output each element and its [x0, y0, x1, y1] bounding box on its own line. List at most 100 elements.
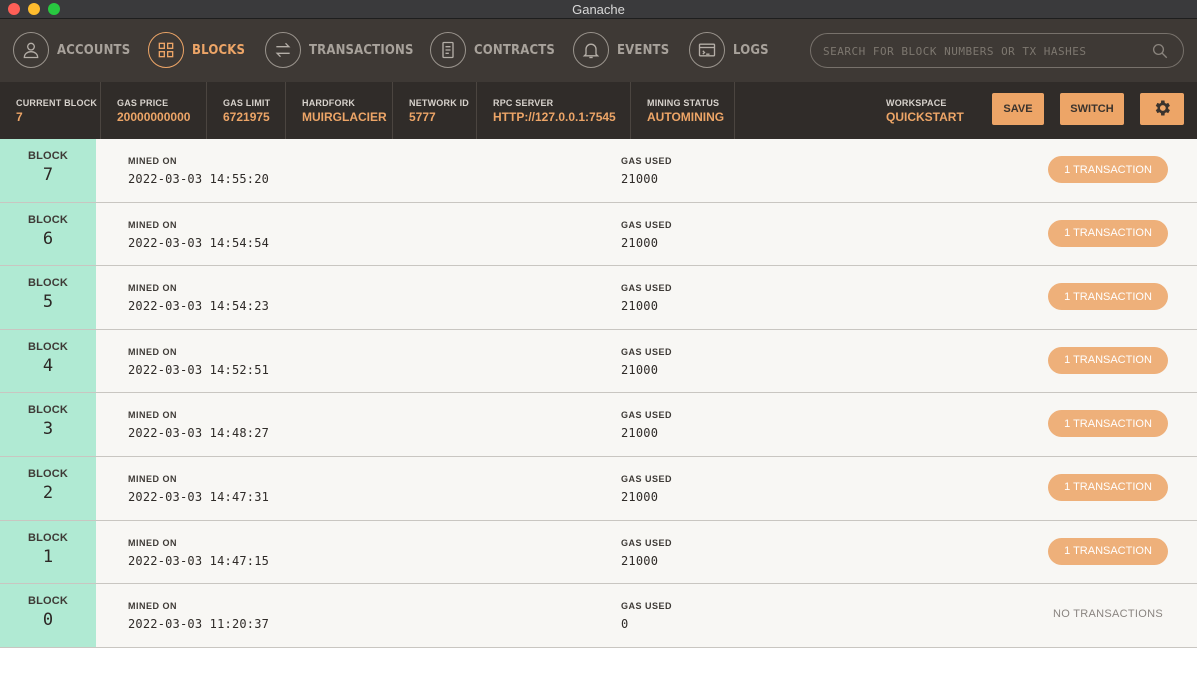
nav-accounts[interactable]: ACCOUNTS [13, 31, 138, 69]
gas-used-value: 21000 [621, 426, 659, 441]
network-id-value: 5777 [409, 110, 436, 124]
block-number: 4 [42, 355, 54, 376]
mined-on-label: MINED ON [128, 346, 177, 357]
mined-on-field: MINED ON 2022-03-03 14:48:27 [128, 410, 269, 440]
block-row[interactable]: BLOCK 5 MINED ON 2022-03-03 14:54:23 GAS… [0, 266, 1197, 330]
nav-transactions[interactable]: TRANSACTIONS [265, 31, 425, 69]
gas-used-value: 21000 [621, 299, 659, 314]
mined-on-label: MINED ON [128, 219, 177, 230]
current-block-label: CURRENT BLOCK [16, 98, 98, 108]
mined-on-value: 2022-03-03 14:48:27 [128, 426, 270, 441]
block-row[interactable]: BLOCK 0 MINED ON 2022-03-03 11:20:37 GAS… [0, 584, 1197, 648]
mined-on-label: MINED ON [128, 473, 177, 484]
transactions-count-button[interactable]: 1 TRANSACTION [1048, 473, 1168, 501]
gas-used-value: 21000 [621, 362, 659, 377]
hardfork-label: HARDFORK [302, 98, 356, 108]
current-block-stat: CURRENT BLOCK 7 [0, 82, 101, 139]
workspace-label: WORKSPACE [886, 98, 947, 108]
block-number: 3 [42, 419, 54, 440]
gas-used-field: GAS USED 21000 [621, 347, 672, 377]
block-number: 7 [42, 165, 54, 185]
gas-used-field: GAS USED 21000 [621, 283, 672, 313]
gear-icon [1152, 98, 1172, 121]
nav-events[interactable]: EVENTS [573, 31, 675, 69]
gas-price-label: GAS PRICE [117, 98, 169, 108]
gas-used-value: 21000 [621, 235, 659, 250]
nav-accounts-label: ACCOUNTS [57, 42, 131, 58]
nav-blocks-label: BLOCKS [192, 42, 246, 58]
search-input[interactable] [823, 42, 1143, 60]
nav-logs-label: LOGS [733, 42, 769, 58]
mined-on-field: MINED ON 2022-03-03 14:54:54 [128, 220, 269, 250]
mining-status-label: MINING STATUS [647, 98, 720, 108]
transactions-count-button[interactable]: 1 TRANSACTION [1048, 346, 1168, 374]
block-number-cell: BLOCK 2 [0, 456, 96, 520]
user-icon [13, 32, 49, 68]
gas-used-field: GAS USED 21000 [621, 538, 672, 568]
gas-used-label: GAS USED [621, 537, 673, 548]
transactions-count-button[interactable]: 1 TRANSACTION [1048, 283, 1168, 311]
switch-button[interactable]: SWITCH [1060, 93, 1124, 125]
save-button[interactable]: SAVE [992, 93, 1044, 125]
gas-used-label: GAS USED [621, 473, 673, 484]
gas-used-label: GAS USED [621, 219, 673, 230]
block-row[interactable]: BLOCK 3 MINED ON 2022-03-03 14:48:27 GAS… [0, 393, 1197, 457]
document-icon [430, 32, 466, 68]
mined-on-value: 2022-03-03 14:47:31 [128, 489, 270, 504]
gas-price-value: 20000000000 [117, 110, 191, 124]
mined-on-value: 2022-03-03 14:54:23 [128, 299, 270, 314]
block-row[interactable]: BLOCK 2 MINED ON 2022-03-03 14:47:31 GAS… [0, 456, 1197, 521]
block-label: BLOCK [27, 404, 69, 417]
settings-button[interactable] [1140, 93, 1184, 125]
gas-used-field: GAS USED 21000 [621, 474, 672, 504]
block-number: 2 [42, 482, 54, 503]
gas-used-value: 21000 [621, 489, 659, 504]
main-navigation: ACCOUNTS BLOCKS TRANSACTIONS CONTRACTS E… [0, 19, 1197, 82]
transactions-count-button[interactable]: 1 TRANSACTION [1048, 219, 1168, 247]
block-label: BLOCK [27, 467, 69, 480]
mined-on-field: MINED ON 2022-03-03 14:47:15 [128, 538, 269, 568]
swap-arrows-icon [265, 32, 301, 68]
gas-used-field: GAS USED 21000 [621, 410, 672, 440]
nav-contracts[interactable]: CONTRACTS [430, 31, 564, 69]
transactions-count-button[interactable]: 1 TRANSACTION [1048, 410, 1168, 438]
workspace-status-bar: CURRENT BLOCK 7 GAS PRICE 20000000000 GA… [0, 82, 1197, 139]
mined-on-value: 2022-03-03 14:55:20 [128, 172, 270, 186]
window-titlebar: Ganache [0, 0, 1197, 19]
workspace-value: QUICKSTART [886, 110, 964, 124]
block-number: 5 [42, 292, 54, 313]
mining-status-stat: MINING STATUS AUTOMINING [631, 82, 735, 139]
nav-logs[interactable]: LOGS [689, 31, 773, 69]
search-icon[interactable] [1151, 42, 1169, 60]
rpc-server-label: RPC SERVER [493, 98, 554, 108]
gas-price-stat: GAS PRICE 20000000000 [101, 82, 207, 139]
no-transactions-text: NO TRANSACTIONS [1052, 608, 1164, 621]
mined-on-label: MINED ON [128, 601, 177, 612]
block-label: BLOCK [27, 213, 69, 226]
block-list: BLOCK 7 MINED ON 2022-03-03 14:55:20 GAS… [0, 139, 1197, 648]
mined-on-value: 2022-03-03 14:52:51 [128, 362, 270, 377]
gas-used-value: 0 [621, 617, 629, 632]
block-row[interactable]: BLOCK 4 MINED ON 2022-03-03 14:52:51 GAS… [0, 329, 1197, 394]
mined-on-field: MINED ON 2022-03-03 14:55:20 [128, 156, 269, 186]
block-row[interactable]: BLOCK 6 MINED ON 2022-03-03 14:54:54 GAS… [0, 202, 1197, 267]
transactions-count-button[interactable]: 1 TRANSACTION [1048, 537, 1168, 565]
mined-on-field: MINED ON 2022-03-03 11:20:37 [128, 601, 269, 631]
nav-blocks[interactable]: BLOCKS [148, 31, 251, 69]
block-number: 0 [42, 610, 54, 631]
terminal-icon [689, 32, 725, 68]
transactions-count-button[interactable]: 1 TRANSACTION [1048, 156, 1168, 183]
mined-on-field: MINED ON 2022-03-03 14:54:23 [128, 283, 269, 313]
block-number-cell: BLOCK 4 [0, 329, 96, 393]
block-row[interactable]: BLOCK 7 MINED ON 2022-03-03 14:55:20 GAS… [0, 139, 1197, 203]
gas-used-value: 21000 [621, 553, 659, 568]
gas-used-label: GAS USED [621, 601, 673, 612]
nav-events-label: EVENTS [617, 42, 670, 58]
gas-used-label: GAS USED [621, 283, 673, 294]
block-label: BLOCK [27, 150, 69, 162]
block-row[interactable]: BLOCK 1 MINED ON 2022-03-03 14:47:15 GAS… [0, 520, 1197, 585]
gas-used-field: GAS USED 0 [621, 601, 672, 631]
mined-on-value: 2022-03-03 11:20:37 [128, 617, 270, 632]
block-label: BLOCK [27, 277, 69, 290]
nav-contracts-label: CONTRACTS [474, 42, 555, 58]
